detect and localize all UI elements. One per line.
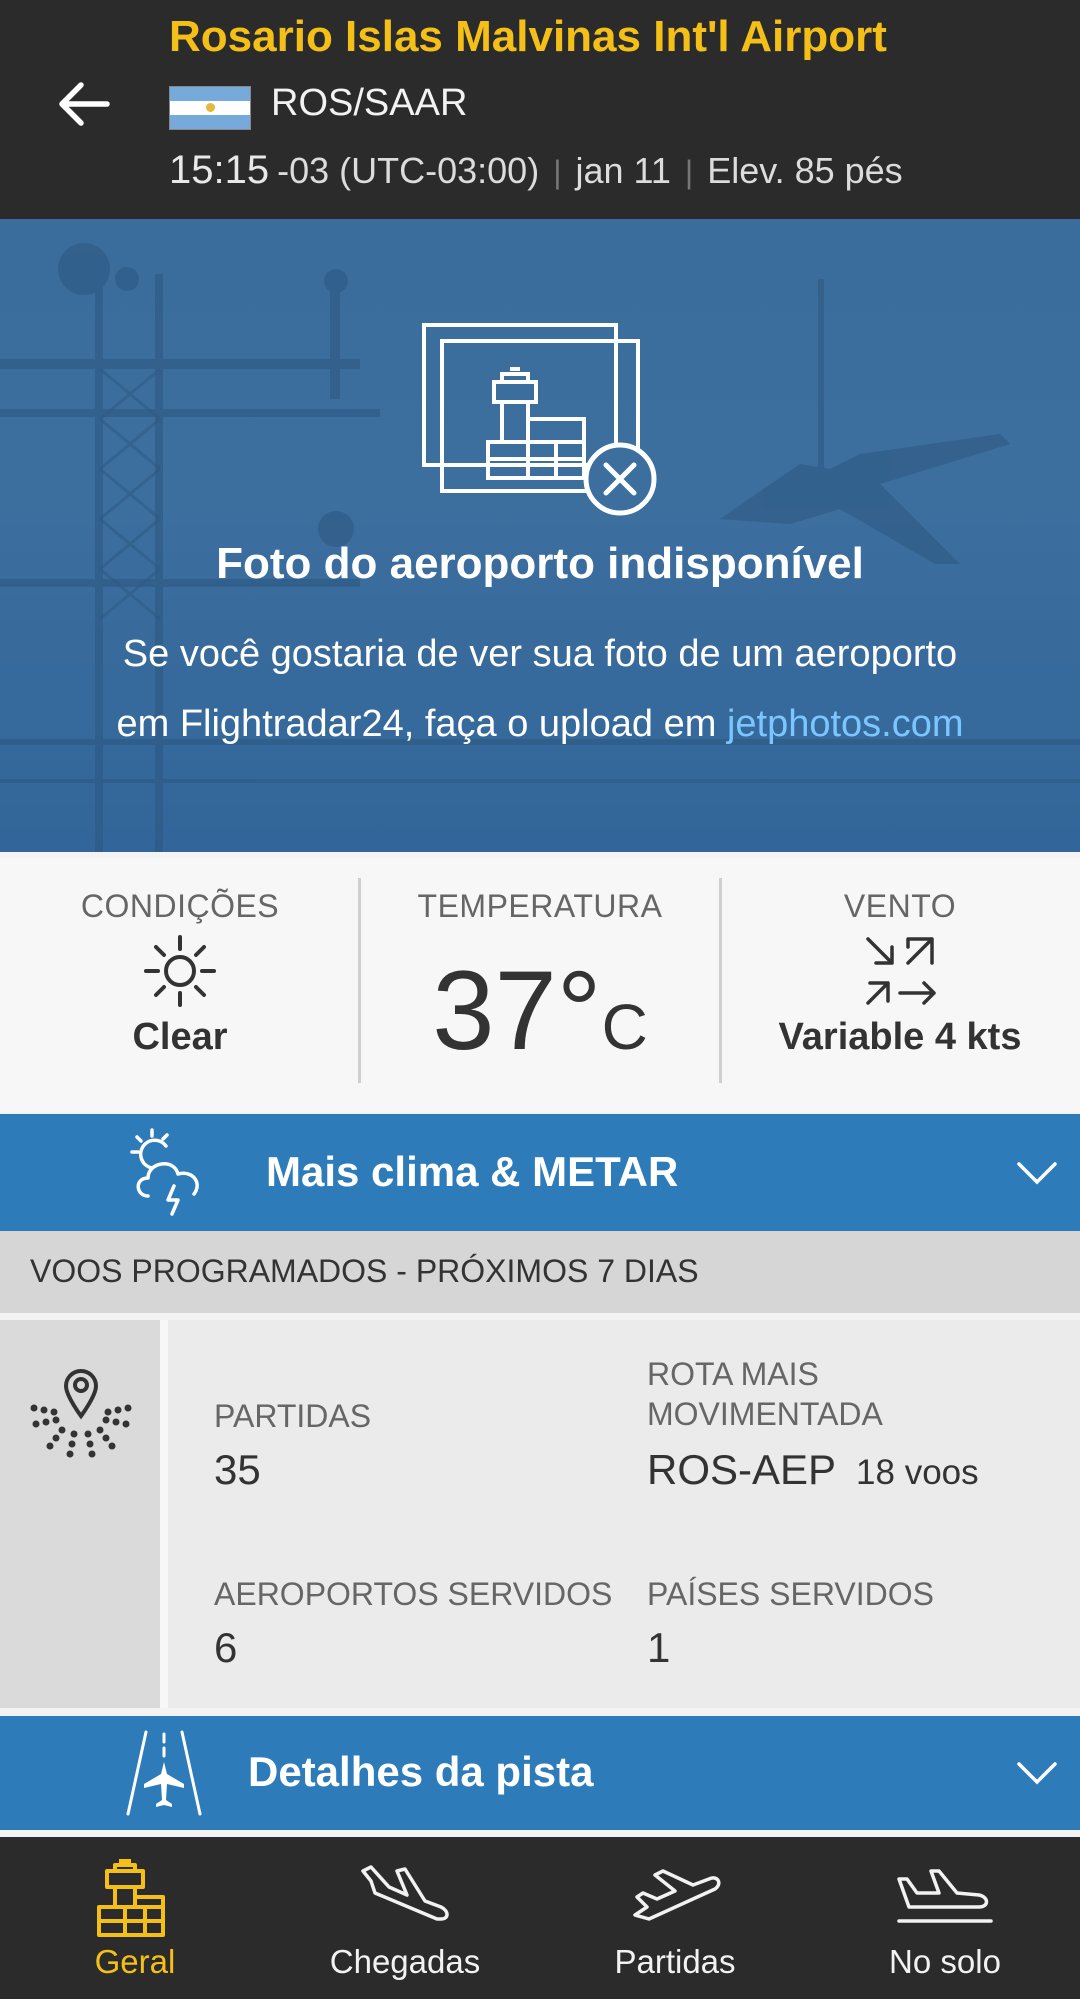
banner-text-line1: Se você gostaria de ver sua foto de um a… bbox=[122, 633, 958, 675]
timezone: -03 (UTC-03:00) bbox=[277, 150, 540, 191]
jetphotos-link[interactable]: jetphotos.com bbox=[727, 703, 964, 745]
busiest-route-value: ROS-AEP 18 voos bbox=[647, 1446, 979, 1494]
nav-tab-no-solo[interactable]: No solo bbox=[810, 1837, 1080, 1999]
departures-value: 35 bbox=[214, 1446, 261, 1493]
conditions-label: CONDIÇÕES bbox=[80, 888, 280, 924]
argentina-flag-icon bbox=[169, 86, 251, 130]
more-weather-metar-button[interactable]: Mais clima & METAR bbox=[0, 1114, 1080, 1232]
scheduled-flights-title: VOOS PROGRAMADOS - PRÓXIMOS 7 DIAS bbox=[30, 1253, 699, 1289]
time-row: 15:15 -03 (UTC-03:00) | jan 11 | Elev. 8… bbox=[169, 148, 903, 193]
arrival-plane-icon bbox=[361, 1865, 449, 1921]
arrow-left-icon bbox=[59, 82, 110, 126]
control-tower-icon bbox=[97, 1859, 165, 1937]
chevron-down-icon bbox=[1017, 1162, 1057, 1185]
divider: | bbox=[684, 154, 694, 190]
weather-summary: CONDIÇÕES Clear TEMPERATURA 37°C VENTO V… bbox=[0, 858, 1080, 1112]
variable-wind-icon bbox=[866, 937, 936, 1005]
elevation: Elev. 85 pés bbox=[707, 150, 903, 191]
bottom-navigation: Geral Chegadas Partidas No solo bbox=[0, 1837, 1080, 1999]
local-date: jan 11 bbox=[575, 150, 671, 191]
stats-side-panel bbox=[0, 1320, 160, 1708]
local-time: 15:15 bbox=[169, 148, 270, 192]
nav-label-geral: Geral bbox=[94, 1943, 176, 1980]
banner-text: Se você gostaria de ver sua foto de um a… bbox=[40, 619, 1040, 759]
nav-tab-geral[interactable]: Geral bbox=[0, 1837, 270, 1999]
back-button[interactable] bbox=[52, 74, 116, 134]
temperature-number: 37° bbox=[432, 948, 602, 1073]
airports-served-value: 6 bbox=[214, 1624, 238, 1671]
banner-title: Foto do aeroporto indisponível bbox=[216, 539, 864, 588]
wind-column: VENTO Variable 4 kts bbox=[720, 858, 1080, 1112]
conditions-column: CONDIÇÕES Clear bbox=[0, 858, 360, 1112]
runway-icon bbox=[126, 1730, 202, 1816]
busiest-route-label-line2: MOVIMENTADA bbox=[647, 1396, 883, 1432]
airport-photo-banner: Foto do aeroporto indisponível Se você g… bbox=[0, 219, 1080, 852]
temperature-unit: C bbox=[601, 991, 648, 1063]
scheduled-flights-header: VOOS PROGRAMADOS - PRÓXIMOS 7 DIAS bbox=[0, 1231, 1080, 1313]
departures-label: PARTIDAS bbox=[214, 1398, 372, 1434]
temperature-column: TEMPERATURA 37°C bbox=[360, 858, 720, 1112]
chevron-down-icon bbox=[1017, 1762, 1057, 1785]
more-weather-label: Mais clima & METAR bbox=[266, 1148, 679, 1195]
scheduled-flights-stats: PARTIDAS 35 ROTA MAIS MOVIMENTADA ROS-AE… bbox=[0, 1320, 1080, 1708]
divider: | bbox=[553, 154, 562, 190]
runway-details-label: Detalhes da pista bbox=[248, 1748, 594, 1795]
temperature-label: TEMPERATURA bbox=[417, 888, 663, 924]
conditions-value: Clear bbox=[132, 1016, 228, 1058]
nav-label-chegadas: Chegadas bbox=[329, 1943, 481, 1980]
countries-served-label: PAÍSES SERVIDOS bbox=[647, 1576, 934, 1612]
sun-icon bbox=[144, 935, 216, 1007]
no-photo-icon bbox=[422, 323, 657, 516]
busiest-route-flights: 18 voos bbox=[856, 1453, 979, 1492]
busiest-route-code: ROS-AEP bbox=[647, 1446, 837, 1493]
weather-storm-icon bbox=[130, 1128, 199, 1216]
app-header: Rosario Islas Malvinas Int'l Airport ROS… bbox=[0, 0, 1080, 219]
airports-served-label: AEROPORTOS SERVIDOS bbox=[214, 1576, 613, 1612]
departure-plane-icon bbox=[633, 1869, 721, 1921]
runway-details-button[interactable]: Detalhes da pista bbox=[0, 1716, 1080, 1830]
banner-text-line2: em Flightradar24, faça o upload em bbox=[116, 703, 727, 745]
nav-label-no-solo: No solo bbox=[889, 1943, 1001, 1980]
divider bbox=[160, 1320, 168, 1708]
busiest-route-label-line1: ROTA MAIS bbox=[647, 1356, 819, 1392]
temperature-value: 37°C bbox=[360, 946, 720, 1075]
nav-label-partidas: Partidas bbox=[614, 1943, 736, 1980]
nav-tab-partidas[interactable]: Partidas bbox=[540, 1837, 810, 1999]
countries-served-value: 1 bbox=[647, 1624, 671, 1671]
airport-title: Rosario Islas Malvinas Int'l Airport bbox=[169, 12, 887, 61]
wind-label: VENTO bbox=[843, 888, 957, 924]
nav-tab-chegadas[interactable]: Chegadas bbox=[270, 1837, 540, 1999]
wind-value: Variable 4 kts bbox=[778, 1016, 1022, 1058]
airport-code: ROS/SAAR bbox=[271, 82, 468, 124]
routes-map-pin-icon bbox=[30, 1369, 132, 1458]
ground-plane-icon bbox=[897, 1869, 993, 1923]
